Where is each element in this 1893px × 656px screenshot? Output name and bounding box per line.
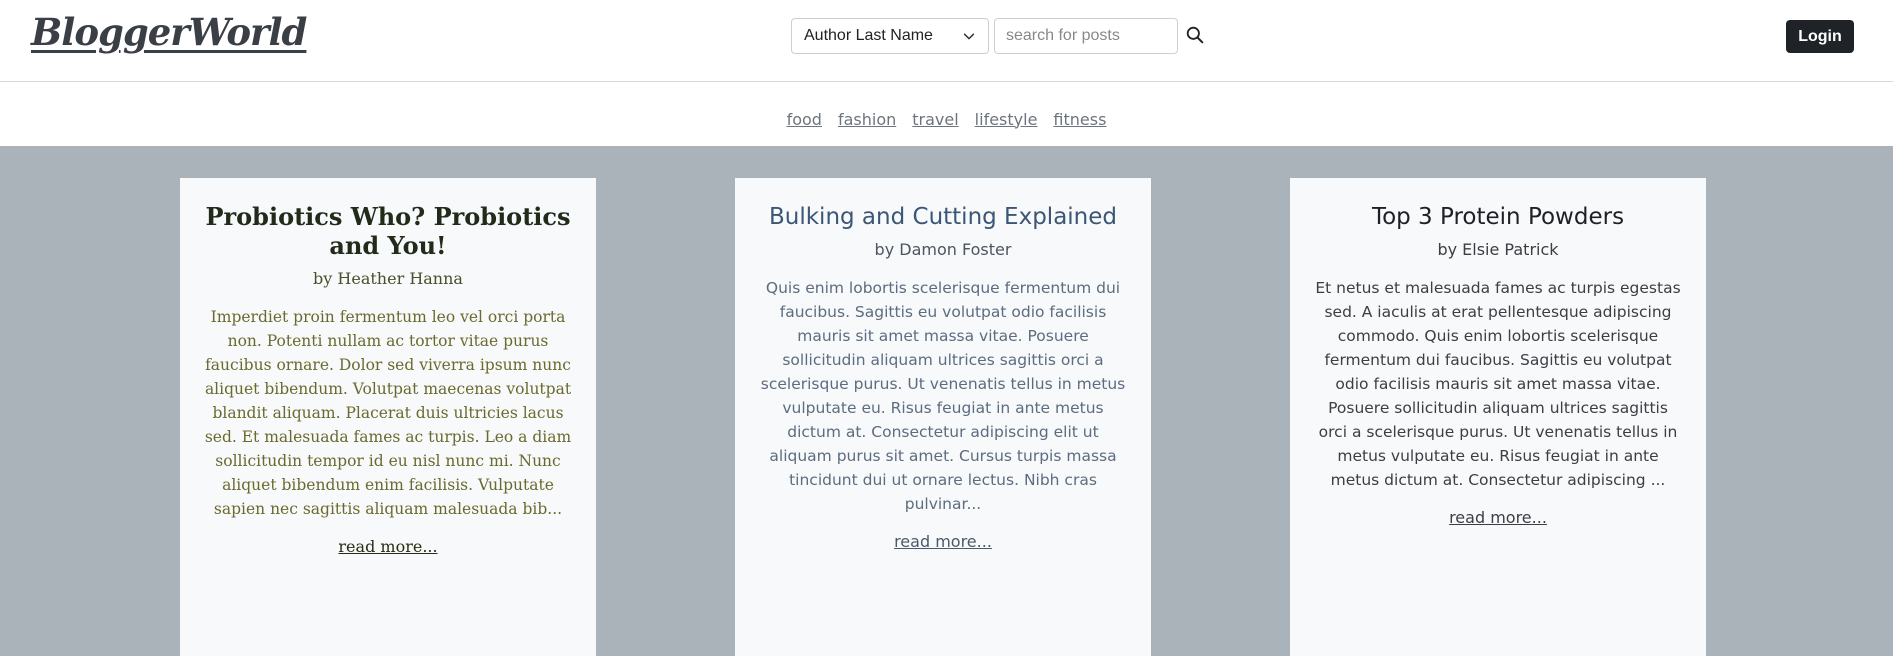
category-nav: food fashion travel lifestyle fitness xyxy=(0,82,1893,146)
post-title: Bulking and Cutting Explained xyxy=(768,204,1118,230)
category-link-travel[interactable]: travel xyxy=(912,110,958,129)
post-card: Bulking and Cutting Explained by Damon F… xyxy=(735,178,1151,656)
post-card: Probiotics Who? Probiotics and You! by H… xyxy=(180,178,596,656)
site-header: BloggerWorld Author Last Name Login xyxy=(0,0,1893,82)
search-button[interactable] xyxy=(1186,26,1206,46)
search-bar: Author Last Name xyxy=(791,18,1206,54)
search-icon xyxy=(1186,26,1204,44)
chevron-down-icon xyxy=(963,33,975,40)
posts-area: Probiotics Who? Probiotics and You! by H… xyxy=(0,146,1893,656)
category-link-lifestyle[interactable]: lifestyle xyxy=(975,110,1038,129)
post-title: Probiotics Who? Probiotics and You! xyxy=(205,202,571,260)
category-link-food[interactable]: food xyxy=(787,110,822,129)
search-input[interactable] xyxy=(994,18,1178,54)
post-excerpt: Et netus et malesuada fames ac turpis eg… xyxy=(1315,279,1681,489)
post-excerpt: Imperdiet proin fermentum leo vel orci p… xyxy=(204,308,572,518)
post-author: by Damon Foster xyxy=(874,240,1012,259)
site-logo[interactable]: BloggerWorld xyxy=(31,10,307,54)
post-excerpt: Quis enim lobortis scelerisque fermentum… xyxy=(760,279,1126,513)
read-more-link[interactable]: read more... xyxy=(894,532,992,551)
search-filter-value: Author Last Name xyxy=(804,27,933,44)
post-card: Top 3 Protein Powders by Elsie Patrick E… xyxy=(1290,178,1706,656)
category-link-fashion[interactable]: fashion xyxy=(838,110,896,129)
post-author: by Heather Hanna xyxy=(313,269,463,288)
read-more-link[interactable]: read more... xyxy=(338,537,437,556)
category-link-fitness[interactable]: fitness xyxy=(1053,110,1106,129)
post-title: Top 3 Protein Powders xyxy=(1371,204,1625,230)
read-more-link[interactable]: read more... xyxy=(1449,508,1547,527)
login-button[interactable]: Login xyxy=(1786,20,1854,53)
search-filter-select[interactable]: Author Last Name xyxy=(791,18,989,54)
post-author: by Elsie Patrick xyxy=(1437,240,1559,259)
